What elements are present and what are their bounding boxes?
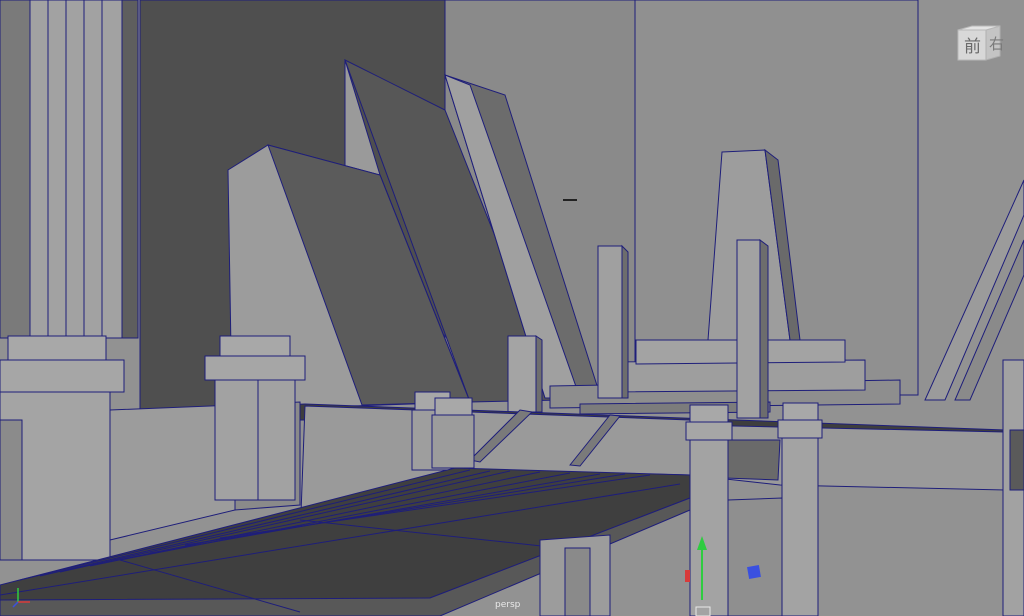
small-pillar-2-side [759, 239, 769, 419]
post-cap [219, 335, 291, 357]
view-cube-side-label: 右 [989, 35, 1005, 53]
fluted-column [29, 0, 123, 339]
view-cube-icon[interactable]: 前 右 [956, 24, 1005, 62]
small-pillar-2 [736, 239, 761, 419]
right-wall-recess [724, 439, 781, 481]
small-post-2 [431, 414, 475, 469]
axis-gizmo-icon [10, 580, 40, 610]
post-collar [204, 355, 306, 381]
scene-geometry[interactable] [0, 0, 1024, 616]
post-body [214, 379, 296, 501]
small-block-side [535, 335, 543, 413]
maya-perspective-viewport[interactable]: 前 右 persp [0, 0, 1024, 616]
lower-wall [727, 497, 783, 616]
column-base-top [7, 335, 107, 361]
right-post-collar [685, 421, 733, 441]
right-post-cap [689, 404, 729, 423]
fluted-column-shadow [121, 0, 139, 339]
view-cube-front-label: 前 [964, 37, 981, 57]
platform-step-1 [599, 359, 866, 393]
small-pillar-1 [597, 245, 623, 399]
edge-pillar-shadow [1009, 429, 1024, 491]
column-base-mid [0, 359, 125, 393]
right-post-2-collar [777, 419, 823, 439]
small-post-cap-2 [434, 397, 473, 416]
right-post-body [689, 439, 729, 616]
right-post-2-body [781, 437, 819, 616]
small-block [507, 335, 537, 413]
right-post-2-cap [782, 402, 819, 421]
column-pedestal-side [0, 419, 23, 561]
small-pillar-1-side [621, 244, 629, 399]
column-left-shadow [0, 0, 31, 339]
bridge-support-inner [564, 547, 591, 616]
camera-name-label: persp [495, 600, 521, 610]
